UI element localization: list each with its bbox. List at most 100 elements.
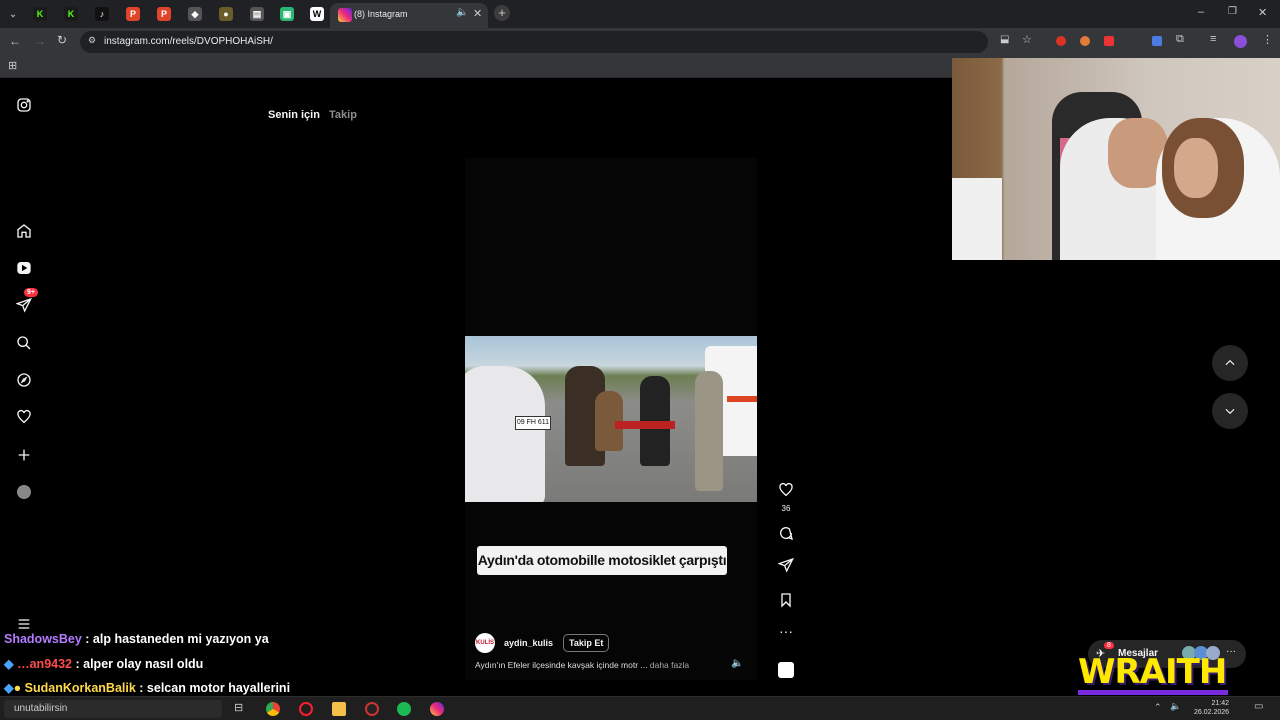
- chat-text: : alper olay nasıl oldu: [75, 657, 204, 671]
- close-window-icon[interactable]: ✕: [1258, 6, 1267, 19]
- site-info-icon[interactable]: ⚙: [88, 35, 96, 46]
- tab-instagram[interactable]: (8) Instagram 🔈 ✕: [330, 3, 488, 28]
- back-icon[interactable]: ←: [9, 34, 21, 48]
- share-icon[interactable]: [777, 557, 794, 573]
- chat-text: : alp hastaneden mi yazıyon ya: [85, 632, 269, 646]
- system-clock[interactable]: 21:42 26.02.2026: [1194, 699, 1229, 717]
- site-tab-icon[interactable]: ◆: [188, 7, 202, 21]
- new-tab-button[interactable]: +: [494, 5, 510, 21]
- more-link[interactable]: daha fazla: [650, 660, 689, 670]
- chrome-menu-icon[interactable]: ⋮: [1262, 33, 1273, 46]
- chat-username: SudanKorkanBalik: [24, 681, 136, 695]
- url-text[interactable]: instagram.com/reels/DVOPHOHAiSH/: [104, 36, 273, 47]
- car-shape: [465, 366, 545, 502]
- volume-icon[interactable]: 🔈: [1170, 701, 1181, 712]
- create-plus-icon[interactable]: [14, 445, 34, 465]
- chat-username: …an9432: [17, 657, 73, 671]
- clock-date: 26.02.2026: [1194, 709, 1230, 716]
- tab-title: (8) Instagram: [354, 9, 408, 19]
- kick-tab-icon[interactable]: K: [33, 7, 47, 21]
- spotify-taskbar-icon[interactable]: [397, 702, 411, 716]
- home-icon[interactable]: [14, 221, 34, 241]
- minimize-icon[interactable]: –: [1198, 6, 1204, 18]
- reel-video[interactable]: 09 FH 611: [465, 336, 757, 502]
- wikipedia-tab-icon[interactable]: W: [310, 7, 324, 21]
- comment-icon[interactable]: [778, 525, 794, 541]
- tab-close-icon[interactable]: ✕: [473, 7, 482, 20]
- audio-avatar[interactable]: [778, 662, 794, 678]
- task-view-icon[interactable]: ⊟: [234, 701, 243, 714]
- translate-icon[interactable]: [1152, 36, 1162, 46]
- tab-audio-icon[interactable]: 🔈: [456, 7, 468, 18]
- address-bar[interactable]: ⚙ instagram.com/reels/DVOPHOHAiSH/ ⬓ ☆: [80, 31, 1032, 53]
- profile-avatar[interactable]: [1234, 35, 1247, 48]
- opera-taskbar-icon[interactable]: [299, 702, 313, 716]
- shelf-shape: [952, 178, 1002, 260]
- next-reel-button[interactable]: [1212, 393, 1248, 429]
- p-tab-icon[interactable]: P: [157, 7, 171, 21]
- site-tab-icon[interactable]: ●: [219, 7, 233, 21]
- tiktok-tab-icon[interactable]: ♪: [95, 7, 109, 21]
- feed-tabs: Senin için Takip: [268, 109, 363, 121]
- direct-messages-icon[interactable]: 9+: [14, 288, 38, 315]
- more-options-icon[interactable]: ···: [778, 624, 794, 642]
- chat-badge-icon: ◆: [4, 657, 14, 671]
- tab-for-you[interactable]: Senin için: [268, 109, 320, 121]
- like-count: 36: [781, 504, 791, 513]
- forward-icon[interactable]: →: [34, 34, 46, 48]
- bookmark-star-icon[interactable]: ☆: [1022, 33, 1032, 46]
- chat-message: ◆● SudanKorkanBalik : selcan motor hayal…: [4, 680, 290, 695]
- tab-following[interactable]: Takip: [329, 109, 357, 121]
- taskbar-search[interactable]: unutabilirsin: [4, 700, 222, 718]
- site-tab-icon[interactable]: ▤: [250, 7, 264, 21]
- profile-avatar[interactable]: [14, 482, 34, 502]
- chat-message: ShadowsBey : alp hastaneden mi yazıyon y…: [4, 632, 269, 646]
- mute-icon[interactable]: 🔈: [731, 658, 743, 669]
- reel-description: Aydın'ın Efeler ilçesinde kavşak içinde …: [475, 660, 689, 670]
- apps-grid-icon[interactable]: ⊞: [8, 59, 17, 72]
- more-menu-icon[interactable]: [14, 614, 34, 634]
- person-shape: [695, 371, 723, 491]
- kick-tab-icon[interactable]: K: [64, 7, 78, 21]
- follow-button[interactable]: Takip Et: [563, 634, 610, 652]
- like-heart-icon[interactable]: [778, 482, 794, 498]
- reels-icon[interactable]: [14, 258, 34, 278]
- restore-icon[interactable]: ❐: [1228, 6, 1237, 17]
- chat-message: ◆ …an9432 : alper olay nasıl oldu: [4, 656, 203, 671]
- obs-taskbar-icon[interactable]: [365, 702, 379, 716]
- more-dots-icon[interactable]: ···: [1226, 646, 1236, 657]
- reel-player[interactable]: 09 FH 611 Aydın'da otomobille motosiklet…: [465, 158, 757, 680]
- explore-icon[interactable]: [14, 370, 34, 390]
- windows-taskbar: unutabilirsin ⊟ ⌃ 🔈 21:42 26.02.2026 ▭: [0, 696, 1280, 720]
- tab-search-icon[interactable]: ≡: [1210, 33, 1216, 45]
- description-text: Aydın'ın Efeler ilçesinde kavşak içinde …: [475, 660, 648, 670]
- instagram-logo-icon[interactable]: [14, 95, 34, 115]
- instagram-taskbar-icon[interactable]: [430, 702, 444, 716]
- notification-badge: 9+: [24, 288, 38, 297]
- extension-icon[interactable]: [1080, 36, 1090, 46]
- extensions-puzzle-icon[interactable]: ⧉: [1176, 33, 1184, 46]
- notifications-heart-icon[interactable]: [14, 407, 34, 427]
- chat-text: : selcan motor hayallerini: [139, 681, 291, 695]
- save-bookmark-icon[interactable]: [778, 592, 794, 608]
- clock-time: 21:42: [1211, 700, 1230, 707]
- tray-chevron-icon[interactable]: ⌃: [1154, 702, 1162, 713]
- file-explorer-icon[interactable]: [332, 702, 346, 716]
- browser-toolbar: ← → ↻ ⚙ instagram.com/reels/DVOPHOHAiSH/…: [0, 28, 1280, 56]
- install-app-icon[interactable]: ⬓: [1000, 34, 1009, 45]
- author-avatar[interactable]: KULİS: [475, 633, 495, 653]
- chrome-taskbar-icon[interactable]: [266, 702, 280, 716]
- extension-icon[interactable]: [1104, 36, 1114, 46]
- previous-reel-button[interactable]: [1212, 345, 1248, 381]
- search-icon[interactable]: [14, 333, 34, 353]
- chat-badge-icon: ●: [13, 681, 22, 695]
- tab-search-icon[interactable]: ⌄: [6, 7, 20, 21]
- chevron-down-icon: [1225, 408, 1235, 415]
- notification-center-icon[interactable]: ▭: [1254, 701, 1263, 712]
- reload-icon[interactable]: ↻: [57, 33, 67, 47]
- p-tab-icon[interactable]: P: [126, 7, 140, 21]
- site-tab-icon[interactable]: ▣: [280, 7, 294, 21]
- reel-author-row: KULİS aydin_kulis Takip Et: [475, 633, 610, 653]
- extension-icon[interactable]: [1056, 36, 1066, 46]
- author-username[interactable]: aydin_kulis: [504, 638, 553, 648]
